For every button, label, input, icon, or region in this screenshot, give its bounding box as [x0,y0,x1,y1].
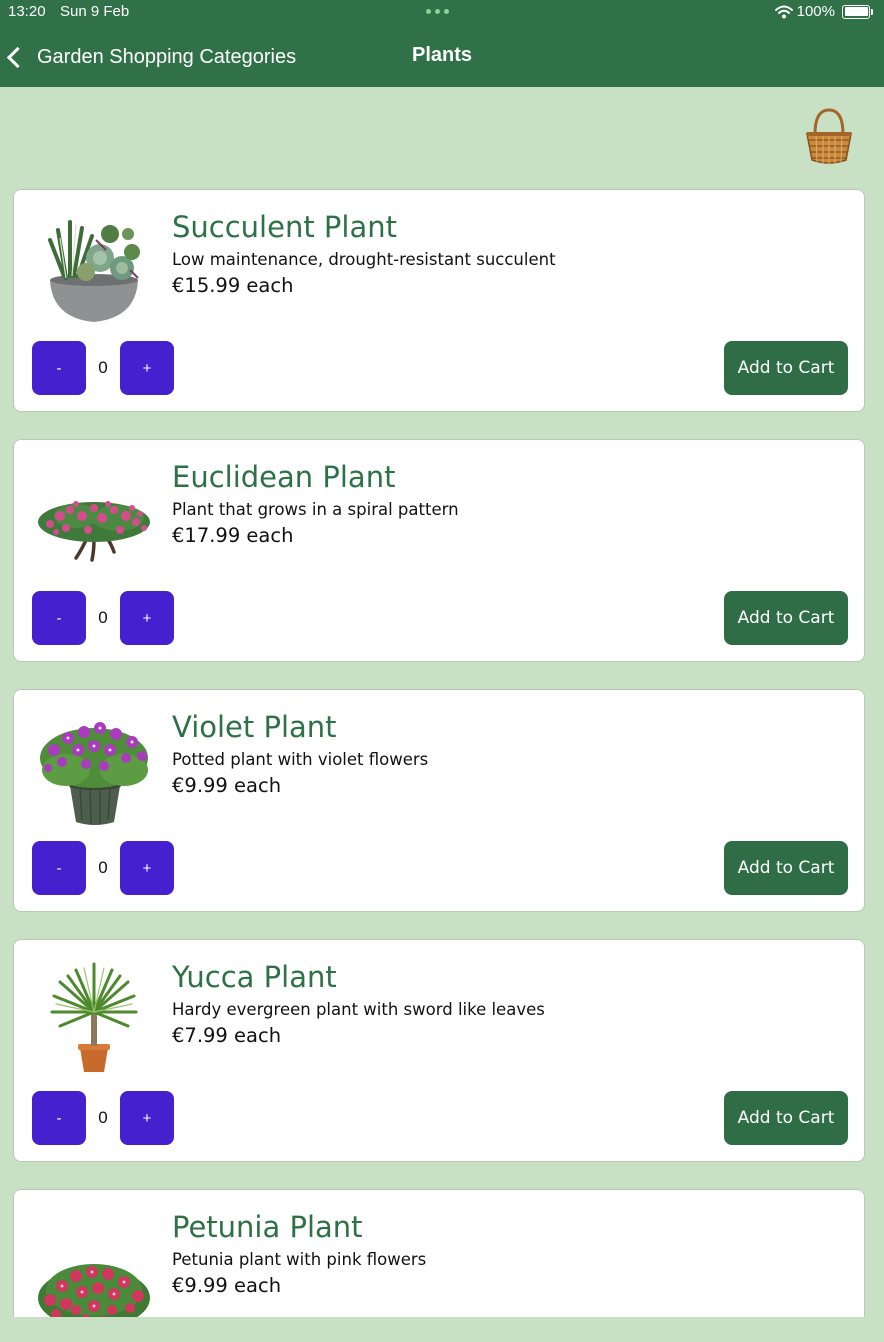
decrease-quantity-button[interactable]: - [32,841,86,895]
basket-icon [806,108,852,165]
product-card-violet: Violet Plant Potted plant with violet fl… [13,689,865,912]
product-card-euclidean: Euclidean Plant Plant that grows in a sp… [13,439,865,662]
basket-button[interactable] [802,108,856,166]
product-card-succulent: Succulent Plant Low maintenance, drought… [13,189,865,412]
product-title: Petunia Plant [172,1210,363,1244]
decrease-quantity-button[interactable]: - [32,591,86,645]
battery-icon [842,4,873,19]
euclidean-plant-image [38,501,150,562]
product-price: €9.99 each [172,1274,282,1297]
add-to-cart-button[interactable]: Add to Cart [724,1091,848,1145]
status-date: Sun 9 Feb [60,3,130,20]
succulent-plant-image [48,220,140,322]
product-title: Yucca Plant [172,960,337,994]
increase-quantity-button[interactable]: + [120,1091,174,1145]
chevron-left-icon [6,46,29,68]
wifi-icon [774,5,793,18]
status-indicators: 100% [774,3,873,20]
add-to-cart-button[interactable]: Add to Cart [724,341,848,395]
navigation-bar: 13:20 Sun 9 Feb 100% Garden Shopping Cat… [0,0,884,87]
increase-quantity-button[interactable]: + [120,841,174,895]
product-title: Violet Plant [172,710,337,744]
plants-screen: 13:20 Sun 9 Feb 100% Garden Shopping Cat… [0,0,884,1342]
quantity-value: 0 [98,358,108,377]
product-price: €7.99 each [172,1024,282,1047]
product-description: Hardy evergreen plant with sword like le… [172,1000,545,1019]
status-time: 13:20 [8,3,46,20]
product-price: €17.99 each [172,524,294,547]
quantity-value: 0 [98,1108,108,1127]
product-price: €15.99 each [172,274,294,297]
yucca-plant-image [50,962,138,1072]
product-card-petunia: Petunia Plant Petunia plant with pink fl… [13,1189,865,1317]
decrease-quantity-button[interactable]: - [32,341,86,395]
product-description: Petunia plant with pink flowers [172,1250,427,1269]
add-to-cart-button[interactable]: Add to Cart [724,841,848,895]
increase-quantity-button[interactable]: + [120,341,174,395]
product-description: Plant that grows in a spiral pattern [172,500,459,519]
violet-plant-image [40,722,148,825]
increase-quantity-button[interactable]: + [120,591,174,645]
add-to-cart-button[interactable]: Add to Cart [724,591,848,645]
multitasking-dots-icon[interactable] [426,9,449,14]
battery-percentage: 100% [796,3,835,20]
petunia-plant-image [38,1264,150,1317]
quantity-value: 0 [98,858,108,877]
back-button[interactable]: Garden Shopping Categories [6,42,296,72]
product-description: Low maintenance, drought-resistant succu… [172,250,556,269]
product-title: Euclidean Plant [172,460,396,494]
page-title: Plants [411,44,473,66]
product-price: €9.99 each [172,774,282,797]
product-title: Succulent Plant [172,210,397,244]
back-button-label: Garden Shopping Categories [37,45,297,68]
quantity-value: 0 [98,608,108,627]
product-description: Potted plant with violet flowers [172,750,429,769]
decrease-quantity-button[interactable]: - [32,1091,86,1145]
product-card-yucca: Yucca Plant Hardy evergreen plant with s… [13,939,865,1162]
